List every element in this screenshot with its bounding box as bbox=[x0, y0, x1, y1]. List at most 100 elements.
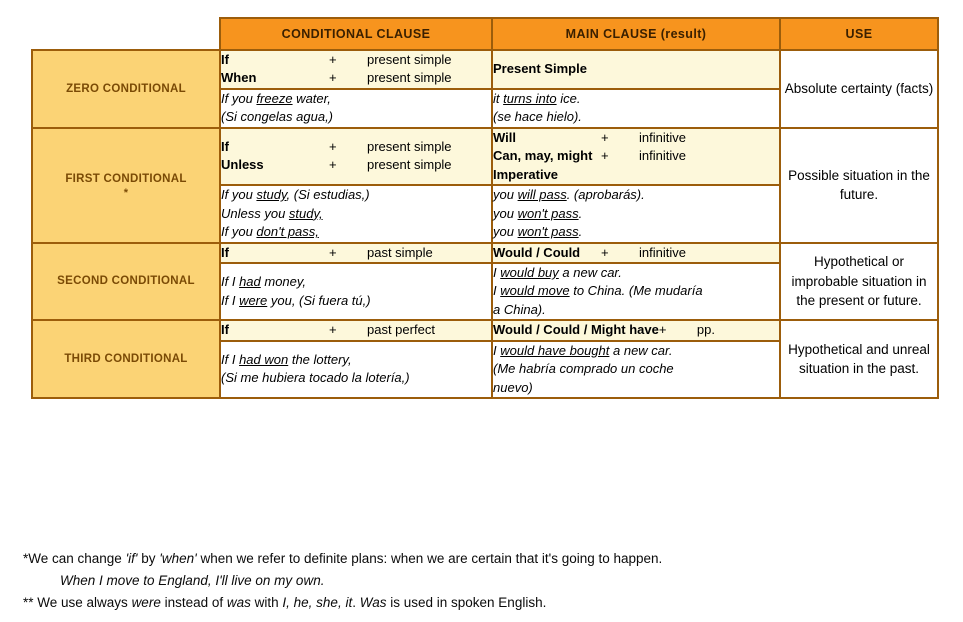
example-line: you won't pass. bbox=[493, 205, 779, 223]
formula-keyword: If bbox=[221, 52, 229, 67]
example-highlight: had bbox=[239, 274, 261, 290]
example-line: If you freeze water, bbox=[221, 90, 491, 108]
example-text: . bbox=[578, 224, 583, 240]
use-description-third-conditional: Hypothetical and unreal situation in the… bbox=[779, 319, 939, 400]
header-cell-conditional-clause: CONDITIONAL CLAUSE bbox=[219, 17, 493, 51]
formula-plus-sign: + bbox=[329, 157, 337, 173]
table-row-third-conditional-formula: THIRD CONDITIONAL If + past perfect Would / … bbox=[31, 319, 939, 400]
formula-structure: pp. bbox=[696, 322, 715, 338]
formula-plus-sign: + bbox=[329, 244, 337, 260]
footnote-marker: * bbox=[123, 187, 129, 200]
example-highlight: study bbox=[256, 187, 287, 203]
main-clause-formula-zero-conditional: Present Simple bbox=[491, 49, 781, 90]
example-text: you bbox=[493, 224, 518, 240]
example-text: water, bbox=[292, 90, 331, 106]
formula-line: If + present simple bbox=[221, 138, 491, 156]
example-highlight: were bbox=[239, 292, 268, 308]
table-row-zero-conditional-formula: ZERO CONDITIONAL If + present simple When + pr… bbox=[31, 49, 939, 129]
example-text: (se hace hielo). bbox=[493, 109, 582, 125]
footnote-3-italic-was: was bbox=[226, 594, 251, 610]
conditional-clause-example-third-conditional: If I had won the lottery, (Si me hubiera … bbox=[219, 339, 493, 400]
footnote-3-italic-were: were bbox=[131, 594, 161, 610]
footnote-3-part-a: ** We use always bbox=[23, 594, 132, 610]
example-highlight: turns into bbox=[503, 90, 557, 106]
example-line: I would buy a new car. bbox=[493, 264, 779, 282]
example-highlight: had won bbox=[239, 352, 289, 368]
formula-line: Present Simple bbox=[493, 60, 779, 78]
example-highlight: would buy bbox=[500, 264, 559, 280]
example-text: you, (Si fuera tú,) bbox=[267, 292, 371, 308]
formula-line: Will + infinitive bbox=[493, 129, 779, 147]
example-text: If I bbox=[221, 292, 240, 308]
conditional-type-label: THIRD CONDITIONAL bbox=[64, 352, 188, 365]
example-text: If I bbox=[221, 274, 240, 290]
example-line: If I were you, (Si fuera tú,) bbox=[221, 292, 491, 310]
formula-plus-sign: + bbox=[329, 139, 337, 155]
formula-structure: infinitive bbox=[639, 148, 686, 164]
conditional-clause-example-first-conditional: If you study, (Si estudias,) Unless you s… bbox=[219, 184, 493, 244]
example-text: to China. (Me mudaría bbox=[569, 283, 703, 299]
header-cell-blank bbox=[32, 18, 220, 50]
header-cell-use: USE bbox=[779, 17, 939, 51]
formula-line: Unless + present simple bbox=[221, 156, 491, 174]
footnote-1-part-b: by bbox=[137, 551, 160, 566]
example-line: I would have bought a new car. bbox=[493, 342, 779, 360]
footnote-3-part-b: instead of bbox=[160, 594, 227, 610]
conditional-clause-formula-second-conditional: If + past simple bbox=[219, 241, 493, 265]
header-row: CONDITIONAL CLAUSE MAIN CLAUSE (result) … bbox=[32, 17, 939, 51]
table-row-second-conditional-formula: SECOND CONDITIONAL If + past simple Would / … bbox=[31, 241, 939, 322]
example-text: a China). bbox=[493, 301, 546, 317]
footnote-3-part-d: . bbox=[352, 594, 360, 610]
formula-plus-sign: + bbox=[601, 148, 609, 164]
formula-plus-sign: + bbox=[601, 129, 609, 145]
formula-structure: past perfect bbox=[367, 322, 435, 338]
formula-line: Would / Could / Might have+ pp. bbox=[493, 321, 779, 339]
formula-structure: present simple bbox=[367, 157, 452, 173]
example-line: (se hace hielo). bbox=[493, 108, 779, 126]
example-line: nuevo) bbox=[493, 379, 779, 397]
conditional-type-label: ZERO CONDITIONAL bbox=[66, 82, 186, 95]
conditional-clause-example-second-conditional: If I had money, If I were you, (Si fuera … bbox=[219, 261, 493, 322]
main-clause-formula-first-conditional: Will + infinitive Can, may, might + infinitiv… bbox=[491, 126, 781, 187]
formula-keyword: Unless bbox=[221, 157, 264, 173]
example-text: If you bbox=[221, 90, 257, 106]
table-header: CONDITIONAL CLAUSE MAIN CLAUSE (result) … bbox=[32, 17, 939, 51]
example-line: (Si congelas agua,) bbox=[221, 108, 491, 126]
footnote-1-part-c: when we refer to definite plans: when we… bbox=[196, 551, 663, 566]
example-text: it bbox=[493, 90, 504, 106]
formula-keyword: If bbox=[221, 244, 229, 260]
main-clause-example-third-conditional: I would have bought a new car. (Me habría… bbox=[491, 339, 781, 400]
example-text: you bbox=[493, 187, 518, 203]
formula-plus-sign: + bbox=[658, 322, 667, 338]
example-line: If you don't pass, bbox=[221, 223, 491, 241]
formula-plus-sign: + bbox=[601, 244, 609, 260]
conditional-type-label: FIRST CONDITIONAL bbox=[65, 172, 187, 185]
use-description-zero-conditional: Absolute certainty (facts) bbox=[779, 49, 939, 129]
example-text: (Si congelas agua,) bbox=[221, 109, 334, 125]
example-line: If you study, (Si estudias,) bbox=[221, 186, 491, 204]
formula-keyword: Would / Could / Might have bbox=[493, 322, 659, 338]
formula-keyword: When bbox=[221, 70, 257, 86]
footnote-3-italic-was-2: Was bbox=[359, 594, 387, 610]
example-highlight: won't pass bbox=[517, 224, 579, 240]
footnote-1-italic-when: 'when' bbox=[159, 551, 197, 566]
formula-line: If + present simple bbox=[221, 51, 491, 69]
formula-plus-sign: + bbox=[329, 322, 337, 338]
conditional-type-third-conditional: THIRD CONDITIONAL bbox=[31, 319, 221, 400]
example-highlight: freeze bbox=[256, 90, 293, 106]
example-highlight: study, bbox=[288, 205, 323, 221]
footnote-line-1: *We can change 'if' by 'when' when we re… bbox=[23, 548, 938, 570]
formula-structure: present simple bbox=[367, 139, 452, 155]
example-text: , (Si estudias,) bbox=[286, 187, 370, 203]
footnote-1-part-a: *We can change bbox=[23, 551, 126, 566]
example-line: If I had won the lottery, bbox=[221, 351, 491, 369]
formula-line: Can, may, might + infinitive bbox=[493, 147, 779, 165]
example-text: (Si me hubiera tocado la lotería,) bbox=[221, 370, 410, 386]
example-text: (Me habría comprado un coche bbox=[493, 361, 674, 377]
conditionals-table: CONDITIONAL CLAUSE MAIN CLAUSE (result) … bbox=[31, 17, 939, 400]
main-clause-example-second-conditional: I would buy a new car. I would move to Ch… bbox=[491, 261, 781, 322]
example-text: a new car. bbox=[609, 342, 673, 358]
formula-keyword: Imperative bbox=[493, 166, 559, 182]
main-clause-example-zero-conditional: it turns into ice. (se hace hielo). bbox=[491, 87, 781, 129]
example-line: you won't pass. bbox=[493, 223, 779, 241]
